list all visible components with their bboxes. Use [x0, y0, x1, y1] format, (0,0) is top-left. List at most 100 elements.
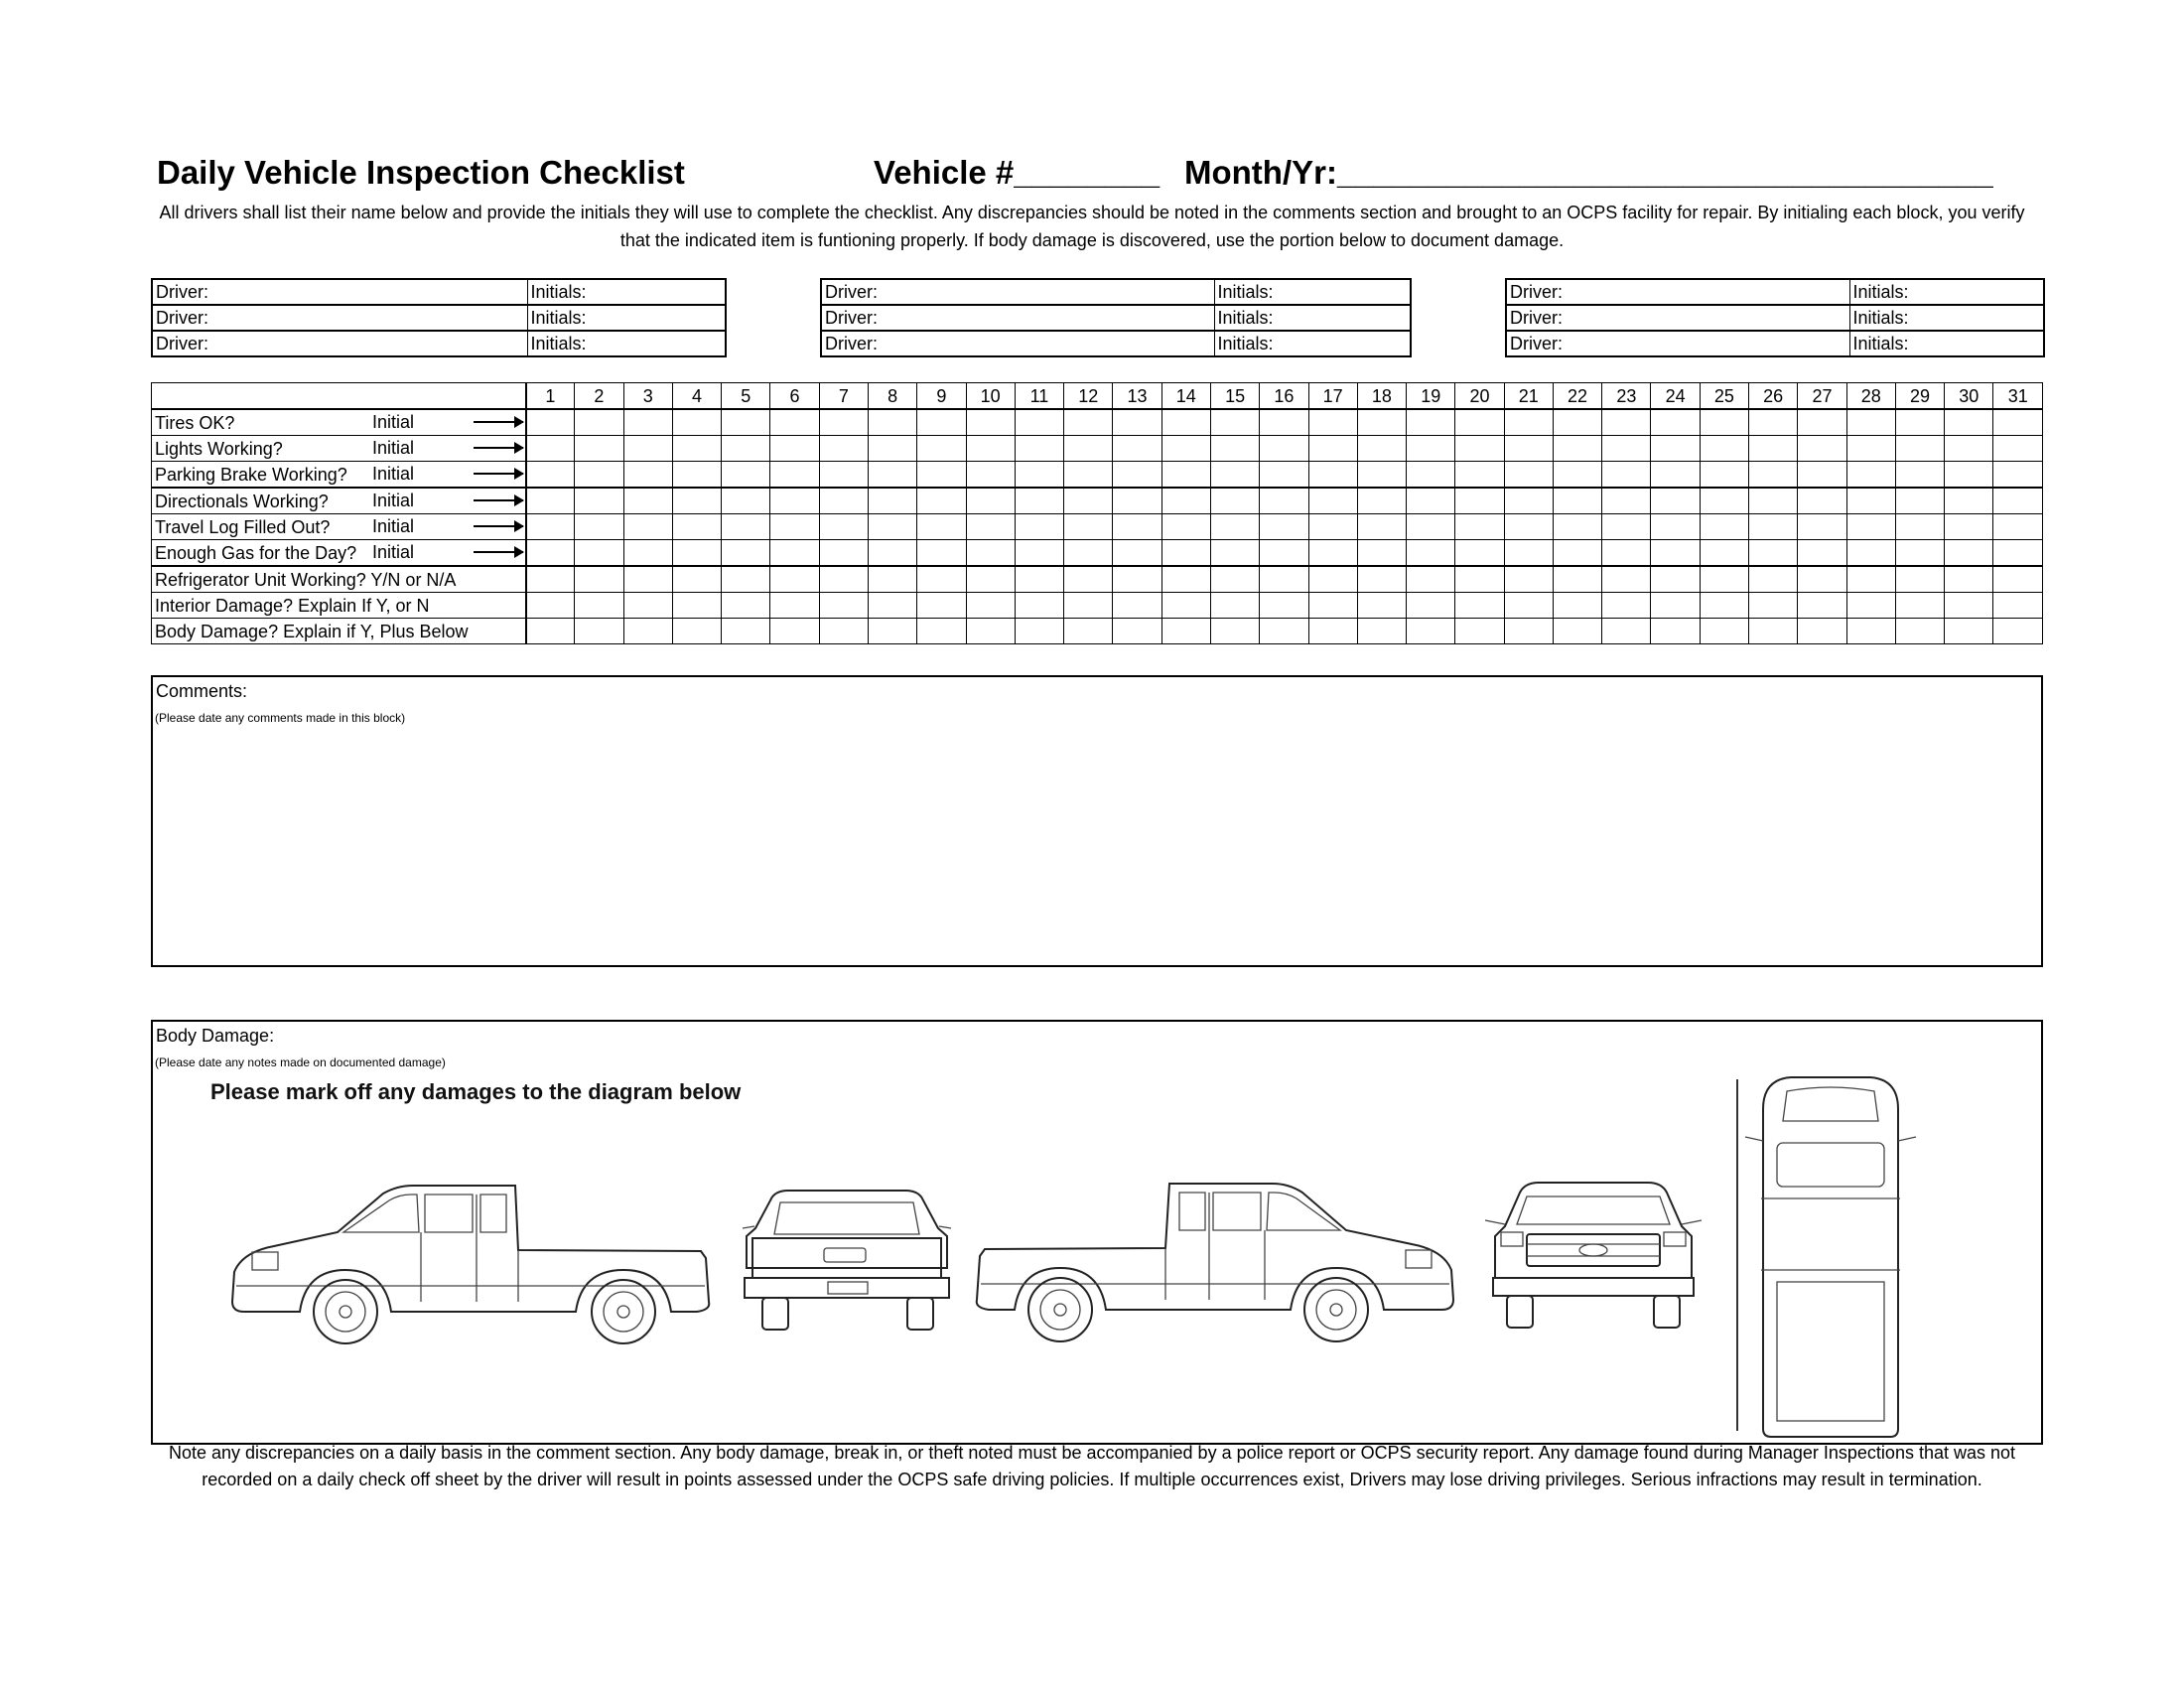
initial-cell[interactable] [1160, 408, 1211, 436]
initial-cell[interactable] [1601, 565, 1652, 593]
initial-cell[interactable] [916, 487, 967, 514]
initial-cell[interactable] [1699, 618, 1750, 644]
initial-cell[interactable] [1454, 461, 1505, 489]
initial-cell[interactable] [671, 565, 723, 593]
initial-cell[interactable] [1601, 539, 1652, 567]
initial-cell[interactable] [1699, 435, 1750, 462]
initial-cell[interactable] [1160, 618, 1211, 644]
initial-cell[interactable] [1063, 618, 1114, 644]
initial-cell[interactable] [1406, 539, 1456, 567]
initial-cell[interactable] [1014, 513, 1065, 540]
initial-cell[interactable] [1699, 565, 1750, 593]
initial-cell[interactable] [671, 618, 723, 644]
initial-cell[interactable] [1014, 592, 1065, 619]
initial-cell[interactable] [1406, 487, 1456, 514]
initial-cell[interactable] [1259, 618, 1309, 644]
initial-cell[interactable] [574, 435, 624, 462]
initial-cell[interactable] [1748, 435, 1799, 462]
initial-cell[interactable] [1063, 513, 1114, 540]
initial-cell[interactable] [867, 565, 918, 593]
initial-cell[interactable] [1992, 487, 2043, 514]
initial-cell[interactable] [1112, 539, 1162, 567]
initial-cell[interactable] [818, 487, 869, 514]
initial-cell[interactable] [1699, 539, 1750, 567]
initial-cell[interactable] [622, 565, 673, 593]
initial-cell[interactable] [916, 618, 967, 644]
initial-cell[interactable] [867, 513, 918, 540]
initial-cell[interactable] [1356, 408, 1408, 436]
initial-cell[interactable] [1307, 592, 1358, 619]
initial-cell[interactable] [1650, 565, 1701, 593]
initial-cell[interactable] [1845, 618, 1896, 644]
initial-cell[interactable] [1112, 487, 1162, 514]
initial-cell[interactable] [721, 513, 771, 540]
initial-cell[interactable] [1014, 408, 1065, 436]
initial-cell[interactable] [818, 461, 869, 489]
initial-cell[interactable] [916, 592, 967, 619]
initial-cell[interactable] [1845, 513, 1896, 540]
initial-cell[interactable] [1894, 618, 1946, 644]
initial-cell[interactable] [1503, 565, 1554, 593]
initial-cell[interactable] [1650, 435, 1701, 462]
initial-cell[interactable] [1209, 435, 1261, 462]
initial-cell[interactable] [1406, 592, 1456, 619]
initial-cell[interactable] [574, 539, 624, 567]
initial-cell[interactable] [1259, 435, 1309, 462]
initial-cell[interactable] [769, 513, 820, 540]
initial-cell[interactable] [818, 408, 869, 436]
initial-cell[interactable] [1406, 435, 1456, 462]
initial-cell[interactable] [1699, 408, 1750, 436]
initial-cell[interactable] [867, 539, 918, 567]
initial-cell[interactable] [1601, 487, 1652, 514]
initial-cell[interactable] [867, 487, 918, 514]
initial-cell[interactable] [965, 408, 1016, 436]
initial-cell[interactable] [1552, 408, 1603, 436]
initial-cell[interactable] [769, 487, 820, 514]
initial-cell[interactable] [1552, 461, 1603, 489]
initial-cell[interactable] [818, 592, 869, 619]
initial-cell[interactable] [574, 592, 624, 619]
initial-cell[interactable] [1014, 565, 1065, 593]
initial-cell[interactable] [1944, 487, 1994, 514]
initial-cell[interactable] [1845, 435, 1896, 462]
initial-cell[interactable] [1259, 592, 1309, 619]
driver-field[interactable]: Driver: [1505, 330, 1850, 357]
initial-cell[interactable] [1748, 487, 1799, 514]
initial-cell[interactable] [721, 592, 771, 619]
initial-cell[interactable] [1356, 565, 1408, 593]
initial-cell[interactable] [1356, 461, 1408, 489]
initial-cell[interactable] [769, 618, 820, 644]
driver-field[interactable]: Driver: [151, 304, 528, 332]
initial-cell[interactable] [1209, 408, 1261, 436]
initial-cell[interactable] [867, 461, 918, 489]
initial-cell[interactable] [574, 461, 624, 489]
initial-cell[interactable] [1014, 435, 1065, 462]
initial-cell[interactable] [1063, 408, 1114, 436]
initial-cell[interactable] [1356, 618, 1408, 644]
initial-cell[interactable] [1894, 435, 1946, 462]
initial-cell[interactable] [1944, 565, 1994, 593]
initial-cell[interactable] [1014, 461, 1065, 489]
initial-cell[interactable] [1307, 565, 1358, 593]
driver-field[interactable]: Driver: [151, 278, 528, 306]
driver-field[interactable]: Driver: [1505, 304, 1850, 332]
initial-cell[interactable] [1209, 539, 1261, 567]
initial-cell[interactable] [1944, 513, 1994, 540]
initial-cell[interactable] [1454, 487, 1505, 514]
initial-cell[interactable] [769, 539, 820, 567]
initial-cell[interactable] [818, 513, 869, 540]
initial-cell[interactable] [916, 565, 967, 593]
initial-cell[interactable] [1552, 618, 1603, 644]
initial-cell[interactable] [1063, 539, 1114, 567]
initial-cell[interactable] [574, 565, 624, 593]
initial-cell[interactable] [524, 618, 576, 644]
initial-cell[interactable] [1552, 435, 1603, 462]
initial-cell[interactable] [721, 539, 771, 567]
initial-cell[interactable] [1406, 618, 1456, 644]
initial-cell[interactable] [867, 435, 918, 462]
initial-cell[interactable] [867, 408, 918, 436]
initial-cell[interactable] [1209, 487, 1261, 514]
month-year-field[interactable]: Month/Yr:_______________________________… [1184, 154, 1993, 192]
initial-cell[interactable] [769, 435, 820, 462]
initial-cell[interactable] [1797, 618, 1847, 644]
